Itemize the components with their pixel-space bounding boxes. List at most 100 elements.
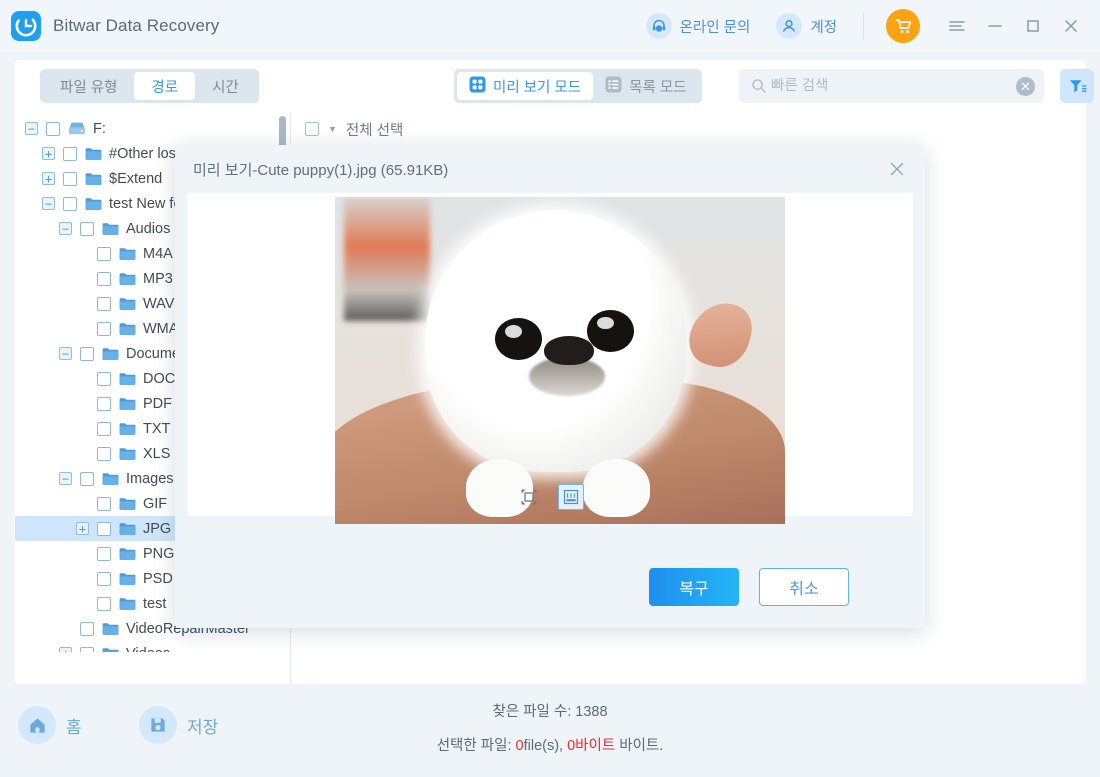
search-box[interactable]: ✕ [739, 69, 1044, 103]
chevron-down-icon[interactable]: ▼ [328, 124, 337, 134]
tree-item-checkbox[interactable] [80, 346, 94, 361]
selected-prefix: 선택한 파일: [436, 738, 516, 754]
tree-item-checkbox[interactable] [97, 371, 111, 386]
mode-preview-label: 미리 보기 모드 [493, 79, 582, 96]
expand-icon[interactable]: + [42, 172, 55, 185]
mode-list-button[interactable]: 목록 모드 [593, 72, 698, 100]
tree-item[interactable]: − F: [15, 116, 290, 141]
folder-icon [102, 472, 119, 486]
tree-item-checkbox[interactable] [97, 596, 111, 611]
search-input[interactable] [767, 78, 1016, 94]
folder-icon [102, 647, 119, 652]
online-inquiry-button[interactable]: 온라인 문의 [645, 13, 750, 39]
minimize-icon[interactable] [982, 13, 1008, 39]
headset-support-icon [645, 13, 672, 39]
fit-to-screen-icon[interactable] [516, 484, 542, 510]
tree-item-checkbox[interactable] [97, 246, 111, 261]
collapse-icon[interactable]: − [59, 472, 72, 485]
select-all-row[interactable]: ▼ 전체 선택 [291, 112, 1086, 146]
hamburger-menu-icon[interactable] [944, 13, 970, 39]
tree-item-checkbox[interactable] [46, 121, 60, 136]
maximize-icon[interactable] [1020, 13, 1046, 39]
folder-icon [119, 372, 136, 386]
tree-item-checkbox[interactable] [97, 321, 111, 336]
tree-item-checkbox[interactable] [97, 421, 111, 436]
filter-tabs: 파일 유형 경로 시간 [40, 69, 259, 103]
collapse-icon[interactable]: − [59, 347, 72, 360]
search-icon [751, 78, 767, 94]
tree-item-checkbox[interactable] [80, 646, 94, 652]
tree-item-checkbox[interactable] [97, 396, 111, 411]
dialog-header: 미리 보기-Cute puppy(1).jpg (65.91KB) [175, 145, 925, 193]
tree-item-checkbox[interactable] [97, 521, 111, 536]
tree-item-checkbox[interactable] [97, 296, 111, 311]
found-files-label: 찾은 파일 수: 1388 [0, 700, 1100, 721]
shopping-cart-icon[interactable] [886, 9, 920, 43]
image-info-icon[interactable] [558, 484, 584, 510]
tree-item-checkbox[interactable] [63, 171, 77, 186]
tree-item-checkbox[interactable] [97, 496, 111, 511]
selected-byte-count: 0 [567, 738, 576, 754]
close-icon[interactable] [883, 155, 911, 183]
tree-item-label: PDF [143, 395, 172, 412]
tree-item-label: Audios [126, 220, 171, 237]
tree-item-checkbox[interactable] [97, 271, 111, 286]
dialog-image-area [187, 193, 913, 524]
selected-file-count: 0 [515, 738, 524, 754]
mode-preview-button[interactable]: 미리 보기 모드 [457, 72, 594, 100]
folder-icon [119, 597, 136, 611]
tree-item-label: TXT [143, 420, 171, 437]
bitwar-logo-icon [11, 11, 41, 41]
tree-item-label: GIF [143, 495, 168, 512]
expand-icon[interactable]: + [42, 147, 55, 160]
tree-item-label: XLS [143, 445, 171, 462]
tree-item-label: test [143, 595, 167, 612]
folder-icon [119, 422, 136, 436]
account-button[interactable]: 계정 [776, 13, 837, 39]
expand-icon[interactable]: + [76, 522, 89, 535]
tab-file-type[interactable]: 파일 유형 [43, 72, 134, 100]
dialog-title: 미리 보기-Cute puppy(1).jpg (65.91KB) [193, 161, 449, 179]
tree-item-checkbox[interactable] [97, 571, 111, 586]
clear-circle-icon[interactable]: ✕ [1016, 76, 1035, 96]
collapse-icon[interactable]: − [42, 197, 55, 210]
preview-dialog: 미리 보기-Cute puppy(1).jpg (65.91KB) 복구 취소 [175, 145, 925, 628]
folder-icon [102, 222, 119, 236]
dialog-footer: 복구 취소 [175, 550, 925, 628]
tree-item-checkbox[interactable] [80, 221, 94, 236]
selected-files-label: 선택한 파일: 0file(s), 0바이트 바이트. [0, 734, 1100, 755]
tree-item-checkbox[interactable] [97, 546, 111, 561]
grid-view-icon [469, 76, 486, 97]
funnel-filter-icon[interactable] [1060, 69, 1094, 103]
folder-icon [85, 197, 102, 211]
tree-item-checkbox[interactable] [80, 471, 94, 486]
dialog-recover-button[interactable]: 복구 [649, 568, 739, 606]
tree-item-label: M4A [143, 245, 173, 262]
tab-time[interactable]: 시간 [195, 72, 256, 100]
select-all-checkbox[interactable] [305, 122, 319, 136]
collapse-icon[interactable]: − [59, 222, 72, 235]
found-files-count: 1388 [575, 704, 608, 720]
tree-item-label: PNG [143, 545, 175, 562]
tree-item[interactable]: + Videos [15, 641, 290, 652]
collapse-icon[interactable]: − [25, 122, 38, 135]
app-title: Bitwar Data Recovery [53, 16, 220, 35]
tree-item-checkbox[interactable] [80, 621, 94, 636]
folder-icon [85, 147, 102, 161]
tree-item-checkbox[interactable] [63, 146, 77, 161]
dialog-cancel-button[interactable]: 취소 [759, 568, 849, 606]
tab-path[interactable]: 경로 [134, 72, 196, 100]
view-mode-switch: 미리 보기 모드 목록 모드 [454, 69, 702, 103]
user-icon [776, 13, 803, 39]
tree-item-checkbox[interactable] [97, 446, 111, 461]
close-icon[interactable] [1058, 13, 1084, 39]
tree-item-label: MP3 [143, 270, 173, 287]
expand-icon[interactable]: + [59, 647, 72, 652]
tree-item-checkbox[interactable] [63, 196, 77, 211]
